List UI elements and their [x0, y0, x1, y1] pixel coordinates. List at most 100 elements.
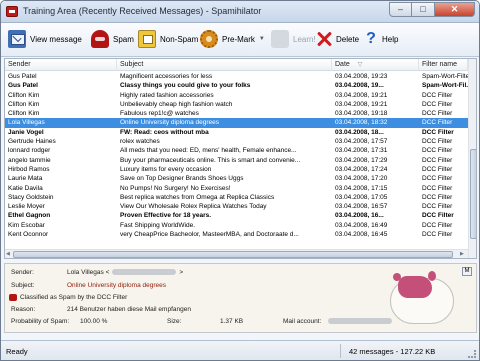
classified-text: Classified as Spam by the DCC Filter — [20, 294, 128, 301]
sender-close-bracket: > — [179, 269, 184, 276]
column-header-sender[interactable]: Sender — [5, 59, 117, 71]
cell-date: 03.04.2008, 16:49 — [335, 221, 388, 229]
non-spam-label: Non-Spam — [160, 34, 199, 44]
table-row[interactable]: Janie Vogel FW: Read: ceos without mba 03.… — [5, 128, 468, 137]
table-row[interactable]: Ethel Gagnon Proven Effective for 18 year… — [5, 211, 468, 220]
cell-subject: All meds that you need: ED, mens' health… — [120, 147, 297, 155]
message-list[interactable]: Sender Subject Date ▽ Filter name Gus Pat… — [4, 58, 477, 259]
horizontal-scroll-thumb[interactable] — [13, 251, 453, 258]
table-row[interactable]: Hirbod Ramos Luxury items for every occas… — [5, 165, 468, 174]
table-row[interactable]: Kim Escobar Fast Shipping WorldWide. 03.04… — [5, 221, 468, 230]
scroll-left-arrow-icon[interactable]: ◀ — [6, 251, 10, 257]
cell-filter: DCC Filter — [422, 100, 453, 108]
status-divider — [340, 344, 341, 358]
table-row[interactable]: Gus Patel Classy things you could give to… — [5, 81, 468, 90]
cell-filter: DCC Filter — [422, 156, 453, 164]
view-message-button[interactable]: View message — [8, 28, 82, 50]
horizontal-scrollbar[interactable]: ◀ ▶ — [5, 249, 468, 258]
spamihilator-app-icon — [6, 6, 18, 17]
cell-subject: Magnificent accessories for less — [120, 73, 213, 80]
spam-flag-icon — [9, 294, 17, 301]
cell-date: 03.04.2008, 17:57 — [335, 138, 388, 146]
delete-label: Delete — [336, 34, 360, 44]
column-header-subject[interactable]: Subject — [117, 59, 332, 71]
table-row[interactable]: Kent Oconnor very CheapPrice Bacheolor, M… — [5, 230, 468, 239]
cell-date: 03.04.2008, 17:05 — [335, 193, 388, 201]
table-row[interactable]: Clifton Kim Unbelievably cheap high fashi… — [5, 100, 468, 109]
cell-date: 03.04.2008, 16... — [335, 212, 384, 220]
gear-icon — [200, 30, 218, 48]
view-message-label: View message — [30, 34, 82, 44]
learn-button[interactable]: Learn! — [271, 28, 316, 50]
table-row[interactable]: Laurie Mata Save on Top Designer Brands S… — [5, 174, 468, 183]
cell-date: 03.04.2008, 16:57 — [335, 203, 388, 211]
cell-filter: DCC Filter — [422, 165, 453, 173]
pre-mark-button[interactable]: Pre-Mark ▼ — [200, 28, 265, 50]
table-row[interactable]: Gus Patel Magnificent accessories for les… — [5, 72, 468, 81]
pre-mark-label: Pre-Mark — [222, 34, 255, 44]
cell-filter: DCC Filter — [422, 138, 453, 146]
cell-sender: Gus Patel — [8, 82, 38, 90]
column-header-filter[interactable]: Filter name — [419, 59, 468, 71]
table-row[interactable]: lonnard rodger All meds that you need: ED… — [5, 146, 468, 155]
message-preview-pane: Sender: Lola Villegas < > Subject: Online… — [4, 263, 477, 333]
table-row[interactable]: Katie Davila No Pumps! No Surgery! No Exe… — [5, 184, 468, 193]
cell-subject: Proven Effective for 18 years. — [120, 212, 212, 220]
learn-icon — [271, 30, 289, 48]
non-spam-button[interactable]: Non-Spam — [138, 28, 198, 50]
minimize-button[interactable]: – — [389, 2, 412, 17]
table-row[interactable]: Gertrude Haines rolex watches 03.04.2008, … — [5, 137, 468, 146]
cell-sender: Lola Villegas — [8, 119, 45, 127]
vertical-scrollbar[interactable] — [468, 59, 476, 258]
table-row[interactable]: Stacy Goldstein Best replica watches from… — [5, 193, 468, 202]
spam-button[interactable]: Spam — [91, 28, 134, 50]
cell-sender: Katie Davila — [8, 184, 43, 192]
table-row[interactable]: angelo tammie Buy your pharmaceuticals on… — [5, 156, 468, 165]
sort-arrow-icon: ▽ — [357, 62, 363, 68]
cell-sender: Ethel Gagnon — [8, 212, 51, 220]
close-button[interactable]: ✕ — [435, 2, 475, 17]
cell-sender: Clifton Kim — [8, 100, 40, 108]
chevron-down-icon[interactable]: ▼ — [259, 36, 265, 42]
help-label: Help — [382, 34, 399, 44]
cell-sender: Laurie Mata — [8, 175, 43, 183]
cell-sender: Stacy Goldstein — [8, 193, 54, 201]
cell-date: 03.04.2008, 19:21 — [335, 91, 388, 99]
preview-close-button[interactable]: M — [462, 267, 472, 276]
cell-date: 03.04.2008, 19... — [335, 82, 384, 90]
list-header: Sender Subject Date ▽ Filter name — [5, 59, 468, 71]
help-button[interactable]: ? Help — [364, 28, 398, 50]
maximize-button[interactable]: □ — [412, 2, 435, 17]
scroll-right-arrow-icon[interactable]: ▶ — [460, 251, 464, 257]
spam-label: Spam — [113, 34, 134, 44]
cell-filter: DCC Filter — [422, 193, 453, 201]
message-count: 42 messages - 127.22 KB — [349, 347, 436, 356]
cell-date: 03.04.2008, 19:21 — [335, 100, 388, 108]
cell-date: 03.04.2008, 18... — [335, 128, 384, 136]
cell-filter: Spam-Wort-Filter — [422, 73, 468, 80]
cell-sender: Leslie Moyer — [8, 203, 45, 211]
cell-sender: Janie Vogel — [8, 128, 44, 136]
table-row[interactable]: Clifton Kim Highly rated fashion accessor… — [5, 91, 468, 100]
cell-sender: angelo tammie — [8, 156, 51, 164]
app-window: Training Area (Recently Received Message… — [0, 0, 480, 361]
cell-subject: Highly rated fashion accessories — [120, 91, 214, 99]
cell-subject: Classy things you could give to your fol… — [120, 82, 251, 90]
cell-filter: DCC Filter — [422, 184, 453, 192]
title-bar[interactable]: Training Area (Recently Received Message… — [1, 1, 479, 23]
column-header-date[interactable]: Date ▽ — [332, 59, 419, 71]
sender-name: Lola Villegas — [67, 269, 104, 276]
column-label: Filter name — [422, 61, 458, 68]
table-row[interactable]: Lola Villegas Online University diploma d… — [5, 118, 468, 128]
reason-value: 214 Benutzer haben diese Mail empfangen — [67, 306, 191, 313]
table-row[interactable]: Leslie Moyer View Our Wholesale Rolex Rep… — [5, 202, 468, 211]
vertical-scroll-thumb[interactable] — [470, 149, 476, 239]
redacted-email — [112, 269, 177, 276]
delete-button[interactable]: Delete — [316, 28, 359, 50]
cell-sender: Clifton Kim — [8, 110, 40, 118]
resize-grip-icon[interactable] — [468, 350, 476, 358]
table-row[interactable]: Clifton Kim Fabulous rep1!c@ watches 03.04… — [5, 109, 468, 118]
cell-sender: lonnard rodger — [8, 147, 51, 155]
cell-subject: Fast Shipping WorldWide. — [120, 221, 196, 229]
status-text: Ready — [6, 347, 28, 356]
